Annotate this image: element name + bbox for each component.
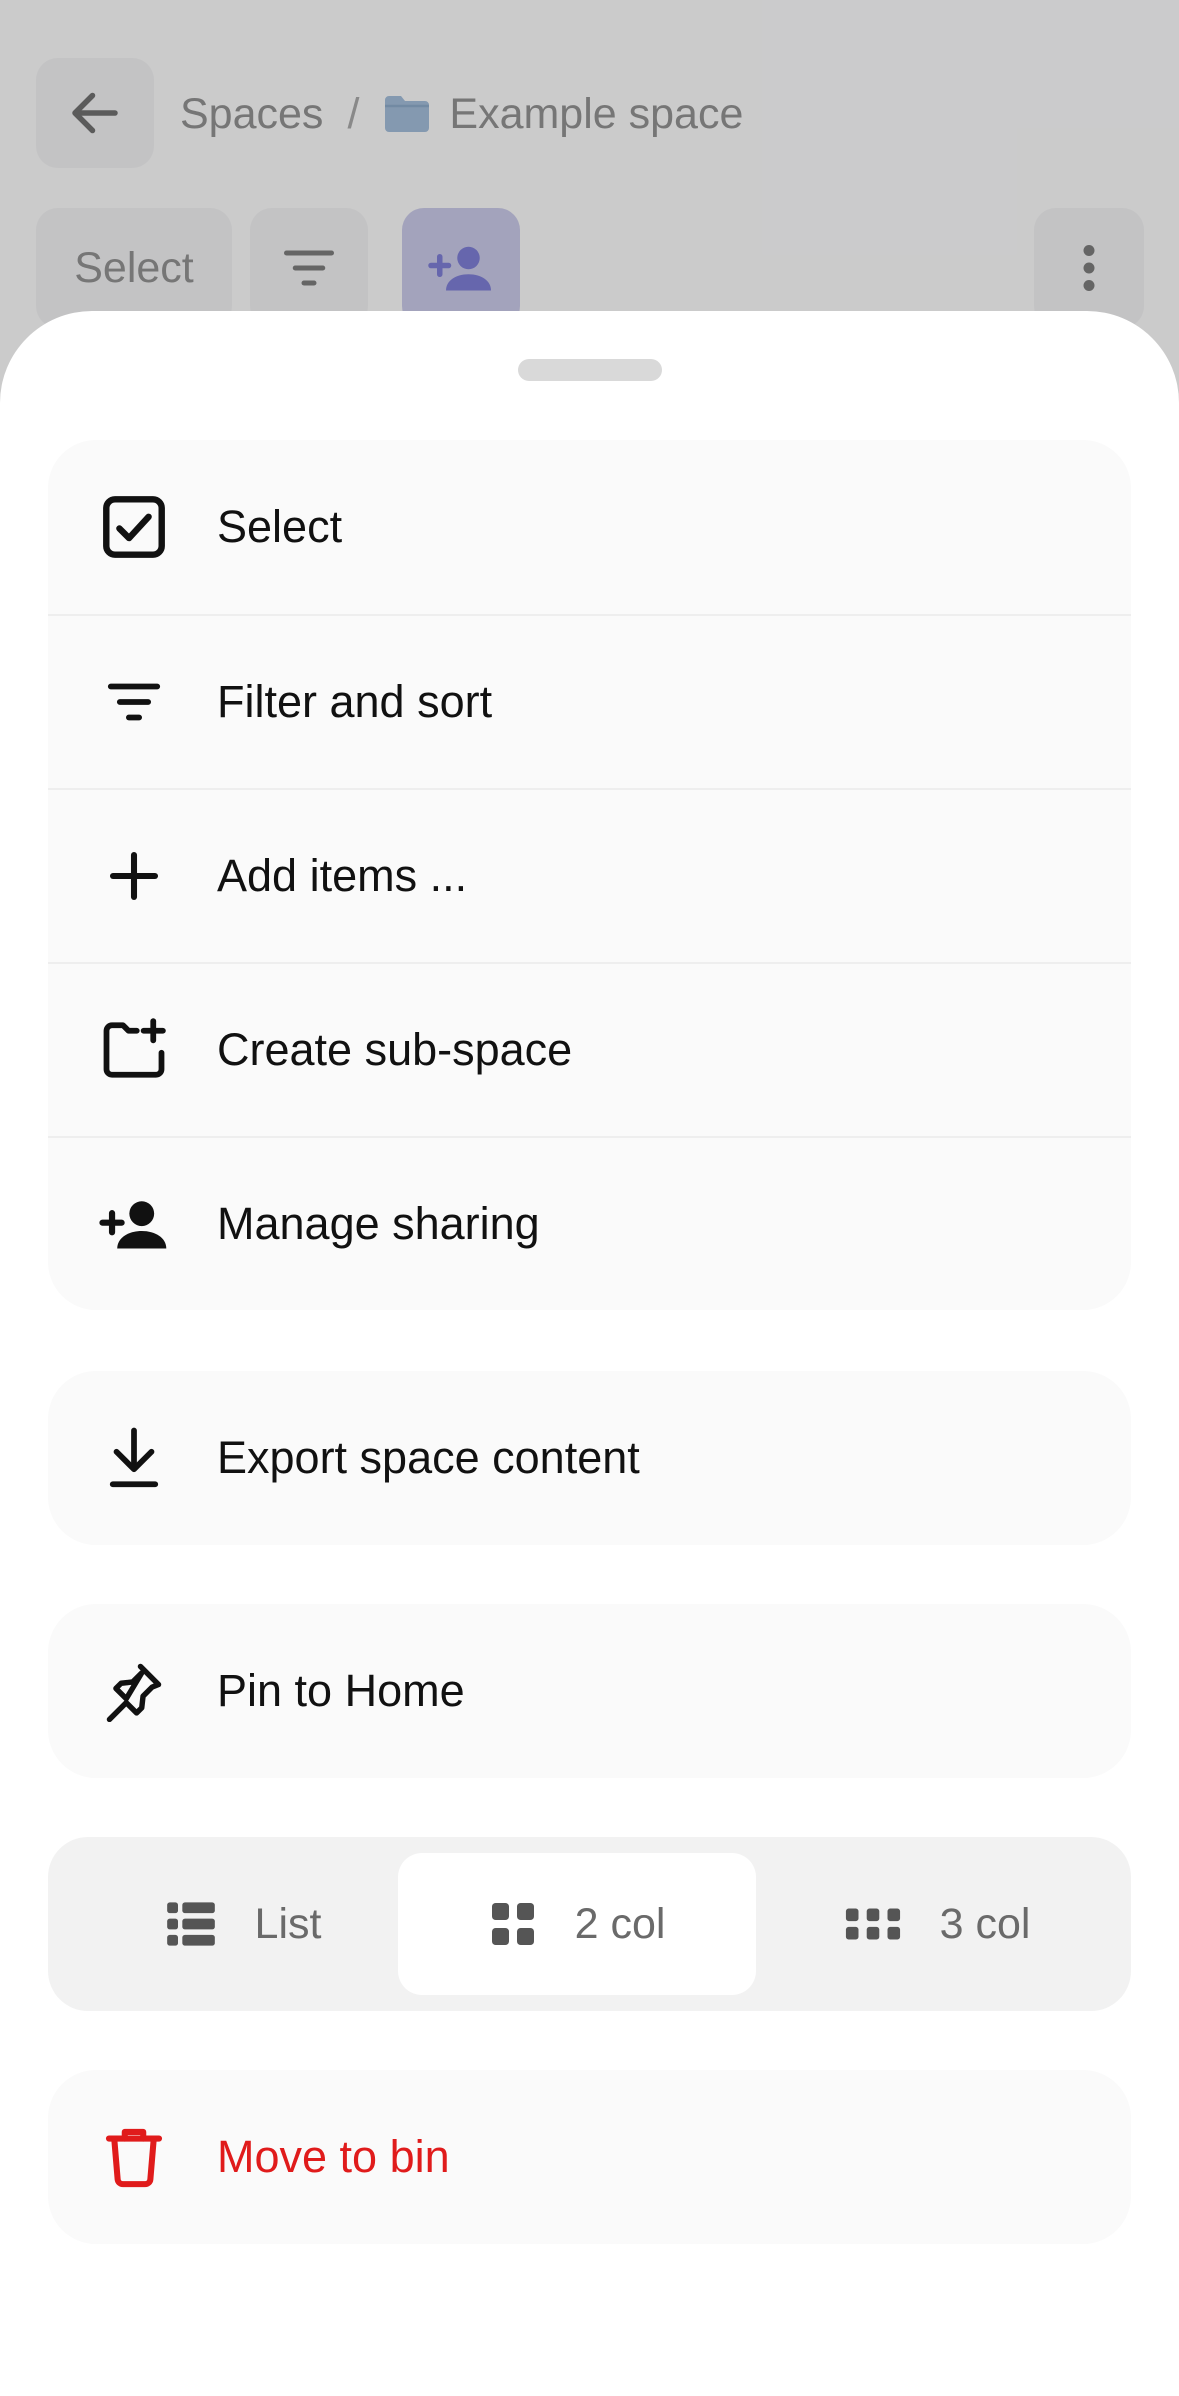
person-add-icon (96, 1186, 172, 1262)
checkbox-icon (96, 489, 172, 565)
menu-item-export-space-content[interactable]: Export space content (48, 1371, 1131, 1545)
view-switcher: List 2 col 3 col (48, 1837, 1131, 2011)
danger-group: Move to bin (48, 2070, 1131, 2244)
menu-item-label: Select (217, 501, 343, 552)
grid-3-icon (845, 1908, 900, 1940)
view-option-label: 2 col (574, 1899, 666, 1948)
folder-add-icon (96, 1012, 172, 1088)
menu-item-filter-and-sort[interactable]: Filter and sort (48, 614, 1131, 788)
menu-item-move-to-bin[interactable]: Move to bin (48, 2070, 1131, 2244)
menu-item-add-items[interactable]: Add items ... (48, 788, 1131, 962)
pin-group: Pin to Home (48, 1604, 1131, 1778)
menu-item-pin-to-home[interactable]: Pin to Home (48, 1604, 1131, 1778)
list-icon (166, 1902, 215, 1946)
actions-group: Select Filter and sort Add items ... Cre… (48, 440, 1131, 1310)
menu-item-label: Manage sharing (217, 1198, 540, 1249)
pin-icon (96, 1653, 172, 1729)
menu-item-label: Add items ... (217, 850, 468, 901)
menu-item-label: Pin to Home (217, 1665, 465, 1716)
download-icon (96, 1420, 172, 1496)
view-option-list[interactable]: List (64, 1853, 422, 1995)
plus-icon (96, 838, 172, 914)
menu-item-label: Filter and sort (217, 676, 493, 727)
menu-item-label: Export space content (217, 1432, 640, 1483)
options-bottom-sheet: Select Filter and sort Add items ... Cre… (0, 311, 1179, 2396)
menu-item-create-sub-space[interactable]: Create sub-space (48, 962, 1131, 1136)
view-option-3-col[interactable]: 3 col (758, 1853, 1116, 1995)
filter-icon (96, 664, 172, 740)
menu-item-manage-sharing[interactable]: Manage sharing (48, 1136, 1131, 1310)
trash-icon (96, 2119, 172, 2195)
menu-item-label: Move to bin (217, 2131, 450, 2182)
export-group: Export space content (48, 1371, 1131, 1545)
sheet-drag-handle[interactable] (518, 359, 662, 381)
view-option-label: 3 col (939, 1899, 1031, 1948)
menu-item-label: Create sub-space (217, 1024, 573, 1075)
menu-item-select[interactable]: Select (48, 440, 1131, 614)
view-option-label: List (254, 1899, 322, 1948)
grid-2-icon (491, 1903, 534, 1945)
view-option-2-col[interactable]: 2 col (398, 1853, 756, 1995)
